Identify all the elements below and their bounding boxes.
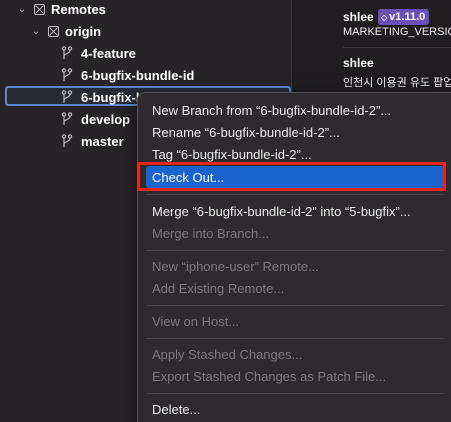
menu-separator: [146, 250, 444, 251]
branch-icon: [61, 112, 73, 125]
menu-item-merge-into-branch[interactable]: Merge into Branch...: [146, 222, 444, 244]
menu-item-label: Tag “6-bugfix-bundle-id-2”...: [152, 146, 312, 162]
sidebar-item-branch[interactable]: 4-feature: [0, 42, 291, 64]
remotes-icon: [34, 3, 45, 15]
menu-item-label: Add Existing Remote...: [152, 280, 285, 296]
menu-item-check-out[interactable]: Check Out...: [146, 166, 444, 188]
menu-item-label: Check Out...: [152, 169, 225, 185]
menu-separator: [146, 194, 444, 195]
branch-icon: [61, 90, 73, 103]
branch-icon: [61, 46, 73, 59]
divider: [343, 47, 451, 48]
chevron-down-icon[interactable]: ⌄: [30, 26, 42, 37]
menu-item-new-branch[interactable]: New Branch from “6-bugfix-bundle-id-2”..…: [146, 99, 444, 121]
sidebar-item-label: 4-feature: [81, 45, 136, 61]
context-menu: New Branch from “6-bugfix-bundle-id-2”..…: [137, 92, 451, 422]
sidebar-item-origin[interactable]: ⌄ origin: [0, 20, 291, 42]
menu-item-label: New “iphone-user” Remote...: [152, 258, 319, 274]
menu-item-export-stashed[interactable]: Export Stashed Changes as Patch File...: [146, 365, 444, 387]
sidebar-item-branch[interactable]: 6-bugfix-bundle-id: [0, 64, 291, 86]
commit-message: 인천시 이용권 유도 팝업: [343, 77, 451, 89]
menu-item-label: Merge into Branch...: [152, 225, 270, 241]
menu-item-new-remote[interactable]: New “iphone-user” Remote...: [146, 255, 444, 277]
menu-separator: [146, 338, 444, 339]
menu-item-label: Rename “6-bugfix-bundle-id-2”...: [152, 124, 340, 140]
menu-item-add-existing-remote[interactable]: Add Existing Remote...: [146, 277, 444, 299]
menu-item-label: Export Stashed Changes as Patch File...: [152, 368, 387, 384]
tag-badge[interactable]: ◇ v1.11.0: [378, 9, 430, 25]
menu-item-tag[interactable]: Tag “6-bugfix-bundle-id-2”...: [146, 143, 444, 165]
menu-item-merge[interactable]: Merge “6-bugfix-bundle-id-2” into “5-bug…: [146, 200, 444, 222]
menu-item-label: Delete...: [152, 401, 201, 417]
menu-item-label: View on Host...: [152, 313, 240, 329]
menu-item-rename[interactable]: Rename “6-bugfix-bundle-id-2”...: [146, 121, 444, 143]
menu-item-view-on-host[interactable]: View on Host...: [146, 310, 444, 332]
menu-item-delete[interactable]: Delete...: [146, 398, 444, 420]
commit-author: shlee: [343, 56, 374, 70]
branch-icon: [61, 68, 73, 81]
menu-item-apply-stashed[interactable]: Apply Stashed Changes...: [146, 343, 444, 365]
commit-author: shlee: [343, 10, 374, 24]
menu-separator: [146, 305, 444, 306]
menu-separator: [146, 393, 444, 394]
menu-item-label: Apply Stashed Changes...: [152, 346, 303, 362]
menu-item-label: Merge “6-bugfix-bundle-id-2” into “5-bug…: [152, 203, 411, 219]
sidebar-item-label: 6-bugfix-bundle-id: [81, 67, 195, 83]
tag-label: v1.11.0: [389, 11, 426, 23]
screen: ⌄ Remotes ⌄ origin 4-feature 6-bugfix-bu…: [0, 0, 451, 422]
tag-icon: ◇: [381, 12, 388, 22]
sidebar-item-label: master: [81, 133, 124, 149]
chevron-down-icon[interactable]: ⌄: [16, 4, 28, 15]
sidebar-item-label: origin: [65, 23, 102, 39]
sidebar-item-label: Remotes: [51, 1, 106, 17]
commit-message: MARKETING_VERSION: [343, 26, 451, 38]
sidebar-item-remotes[interactable]: ⌄ Remotes: [0, 0, 291, 20]
sidebar-item-label: develop: [81, 111, 131, 127]
menu-item-label: New Branch from “6-bugfix-bundle-id-2”..…: [152, 102, 392, 118]
branch-icon: [61, 134, 73, 147]
remote-icon: [48, 25, 59, 37]
